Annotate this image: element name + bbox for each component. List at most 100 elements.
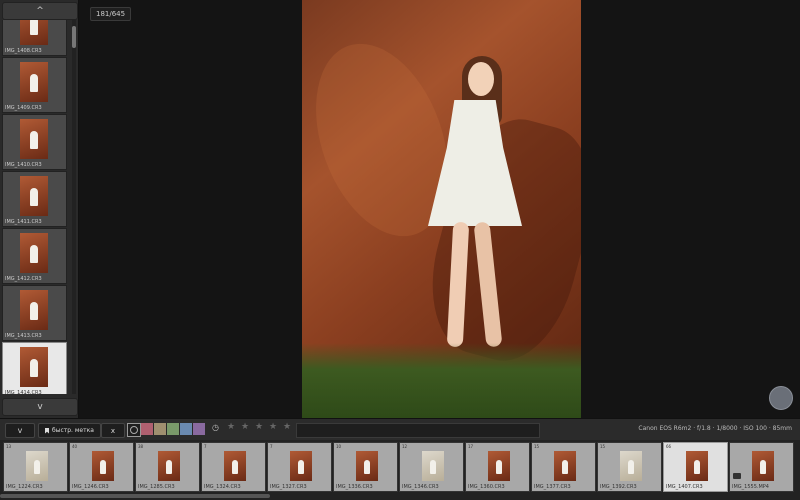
quick-mark-button[interactable]: быстр. метка	[38, 423, 101, 438]
filmstrip-filename: IMG_1324.CR3	[204, 484, 241, 490]
filmstrip-filename: IMG_1360.CR3	[468, 484, 505, 490]
sidebar-scrollbar[interactable]	[72, 20, 76, 394]
clear-mark-button[interactable]: x	[101, 423, 125, 438]
left-thumbnail-panel: ^ IMG_1408.CR3 IMG_1409.CR3 IMG_1410.CR3 IM…	[0, 0, 79, 418]
image-counter: 181/645	[90, 7, 132, 21]
filmstrip-item[interactable]: IMG_1555.MP4	[729, 442, 794, 492]
thumbnail-filename: IMG_1412.CR3	[5, 276, 42, 282]
thumbnail-figure	[30, 131, 38, 149]
thumbnail-filename: IMG_1410.CR3	[5, 162, 42, 168]
color-label-swatch[interactable]	[167, 423, 179, 435]
stack-count: 12	[402, 444, 408, 449]
stack-count: 7	[270, 444, 273, 449]
filmstrip-item[interactable]: 7 IMG_1327.CR3	[267, 442, 332, 492]
stack-count: 38	[138, 444, 144, 449]
thumbnail-image	[20, 176, 48, 216]
filmstrip-item[interactable]: 10 IMG_1336.CR3	[333, 442, 398, 492]
color-label-swatch[interactable]	[154, 423, 166, 435]
thumbnail-figure	[30, 188, 38, 206]
filmstrip-item[interactable]: 15 IMG_1377.CR3	[531, 442, 596, 492]
sidebar-thumbnail[interactable]: IMG_1412.CR3	[2, 228, 67, 284]
chevron-down-icon: v	[17, 426, 23, 435]
filmstrip-filename: IMG_1224.CR3	[6, 484, 43, 490]
filmstrip-scrollbar[interactable]	[0, 494, 270, 498]
floating-action-button[interactable]	[769, 386, 793, 410]
filmstrip-filename: IMG_1285.CR3	[138, 484, 175, 490]
rating-star-icon[interactable]: ★	[227, 422, 235, 432]
sidebar-scroll-down-button[interactable]: v	[2, 398, 78, 416]
filmstrip-item[interactable]: 7 IMG_1324.CR3	[201, 442, 266, 492]
rating-star-icon[interactable]: ★	[269, 422, 277, 432]
bookmark-icon	[45, 427, 49, 434]
filmstrip-item[interactable]: 13 IMG_1224.CR3	[3, 442, 68, 492]
sidebar-scrollbar-thumb[interactable]	[72, 26, 76, 48]
filmstrip-item[interactable]: 38 IMG_1285.CR3	[135, 442, 200, 492]
video-camera-icon	[733, 473, 741, 479]
filmstrip-filename: IMG_1407.CR3	[666, 484, 703, 490]
filmstrip-thumbnail	[488, 451, 510, 481]
thumbnail-image	[20, 62, 48, 102]
stack-count: 66	[666, 444, 672, 449]
filmstrip-thumbnail	[158, 451, 180, 481]
filmstrip-thumbnail	[422, 451, 444, 481]
sidebar-thumbnail-list[interactable]: IMG_1408.CR3 IMG_1409.CR3 IMG_1410.CR3 IMG_…	[0, 20, 70, 394]
stack-count: 10	[336, 444, 342, 449]
view-dropdown[interactable]: v	[5, 423, 35, 438]
sidebar-thumbnail[interactable]: IMG_1409.CR3	[2, 57, 67, 113]
thumbnail-image	[20, 290, 48, 330]
stack-count: 13	[6, 444, 12, 449]
sidebar-thumbnail[interactable]: IMG_1414.CR3	[2, 342, 67, 394]
color-label-swatch[interactable]	[193, 423, 205, 435]
clock-icon[interactable]: ◷	[212, 423, 219, 432]
rating-star-icon[interactable]: ★	[283, 422, 291, 432]
photo-grass	[302, 343, 581, 418]
thumbnail-figure	[364, 460, 370, 474]
sidebar-thumbnail[interactable]: IMG_1410.CR3	[2, 114, 67, 170]
color-label-swatch[interactable]	[141, 423, 153, 435]
filmstrip-item[interactable]: 15 IMG_1392.CR3	[597, 442, 662, 492]
main-photo[interactable]	[302, 0, 581, 418]
color-label-none[interactable]	[127, 423, 141, 437]
filmstrip-thumbnail	[752, 451, 774, 481]
filmstrip-item[interactable]: 66 IMG_1407.CR3	[663, 442, 728, 492]
thumbnail-figure	[562, 460, 568, 474]
sidebar-thumbnail[interactable]: IMG_1411.CR3	[2, 171, 67, 227]
circle-icon	[130, 426, 138, 434]
rating-star-icon[interactable]: ★	[255, 422, 263, 432]
bottom-toolbar: v быстр. метка x ◷ ★ ★ ★ ★ ★ Canon EOS R6m2 …	[0, 418, 800, 441]
thumbnail-filename: IMG_1409.CR3	[5, 105, 42, 111]
thumbnail-figure	[694, 460, 700, 474]
filmstrip-filename: IMG_1555.MP4	[732, 484, 769, 490]
filmstrip-item[interactable]: 12 IMG_1346.CR3	[399, 442, 464, 492]
close-icon: x	[110, 426, 116, 435]
stack-count: 7	[204, 444, 207, 449]
thumbnail-figure	[30, 359, 38, 377]
sidebar-scroll-up-button[interactable]: ^	[2, 2, 78, 20]
filmstrip-thumbnail	[554, 451, 576, 481]
rating-star-icon[interactable]: ★	[241, 422, 249, 432]
thumbnail-figure	[430, 460, 436, 474]
photo-model-head	[468, 62, 494, 96]
thumbnail-filename: IMG_1413.CR3	[5, 333, 42, 339]
thumbnail-figure	[30, 20, 38, 35]
thumbnail-figure	[166, 460, 172, 474]
sidebar-thumbnail[interactable]: IMG_1408.CR3	[2, 20, 67, 56]
stack-count: 17	[468, 444, 474, 449]
thumbnail-figure	[232, 460, 238, 474]
filmstrip-filename: IMG_1392.CR3	[600, 484, 637, 490]
filmstrip-thumbnail	[620, 451, 642, 481]
filmstrip-thumbnail	[92, 451, 114, 481]
filmstrip-thumbnail	[224, 451, 246, 481]
sidebar-thumbnail[interactable]: IMG_1413.CR3	[2, 285, 67, 341]
thumbnail-image	[20, 347, 48, 387]
filmstrip-item[interactable]: 17 IMG_1360.CR3	[465, 442, 530, 492]
thumbnail-figure	[30, 302, 38, 320]
filter-input[interactable]	[296, 423, 540, 438]
filmstrip-item[interactable]: 40 IMG_1246.CR3	[69, 442, 134, 492]
thumbnail-image	[20, 119, 48, 159]
stack-count: 15	[600, 444, 606, 449]
color-label-swatch[interactable]	[180, 423, 192, 435]
thumbnail-image	[20, 233, 48, 273]
thumbnail-figure	[496, 460, 502, 474]
filmstrip-thumbnail	[356, 451, 378, 481]
